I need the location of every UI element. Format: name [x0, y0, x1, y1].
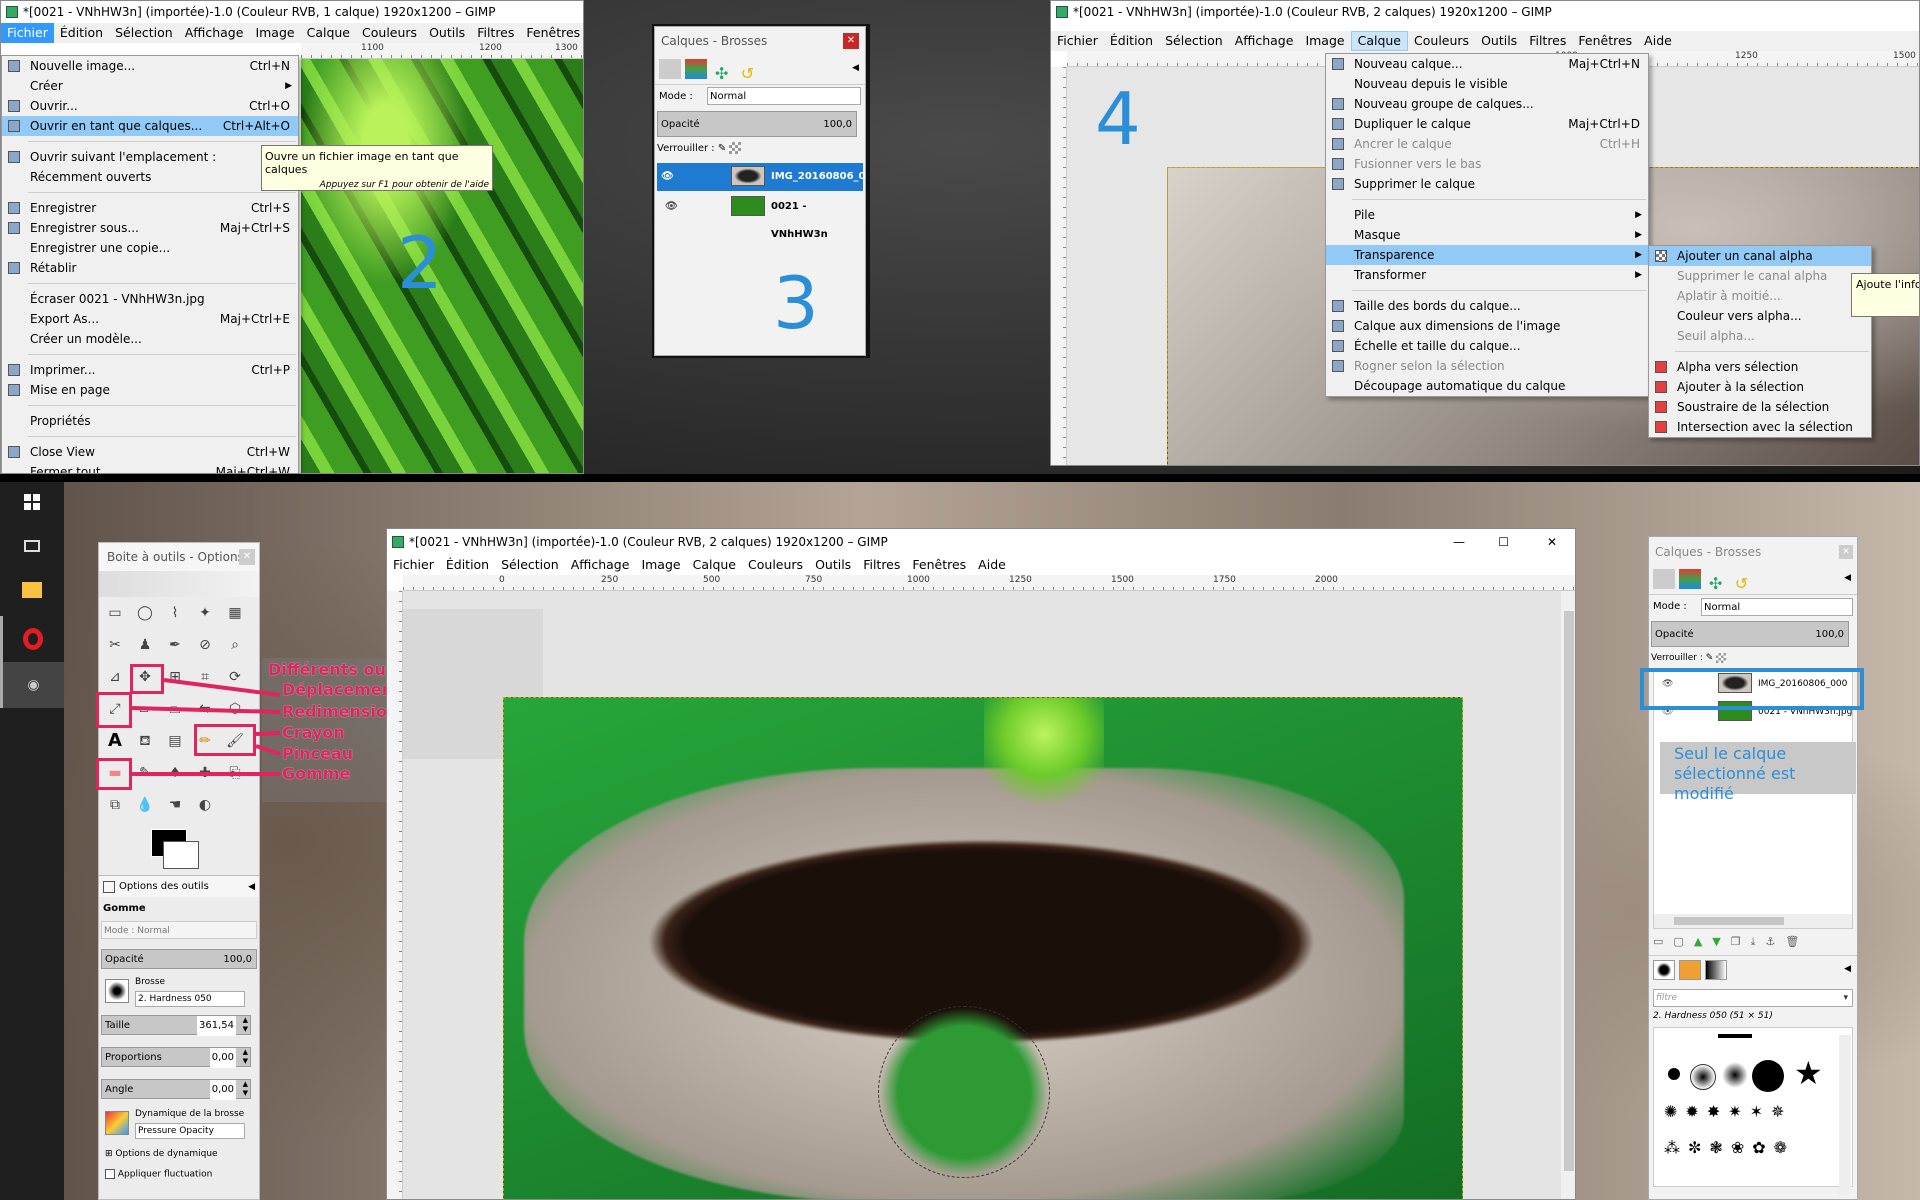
- menu-selection[interactable]: Sélection: [495, 555, 565, 575]
- layers-dock-right: Calques - Brosses ✕ ✣ ↺ ◀ Mode : Normal …: [1648, 536, 1858, 1200]
- vertical-scrollbar[interactable]: [1561, 591, 1575, 1199]
- canvas-image-main[interactable]: [503, 697, 1463, 1199]
- ruler-label: 1750: [1213, 575, 1236, 585]
- trash-icon[interactable]: 🗑: [1785, 935, 1809, 948]
- close-icon[interactable]: ✕: [1839, 545, 1853, 559]
- lock-alpha-icon[interactable]: [1716, 652, 1727, 663]
- ruler-label: 1500: [1111, 575, 1134, 585]
- ruler-label: 0: [499, 575, 505, 585]
- minimize-button[interactable]: —: [1453, 529, 1465, 555]
- menu-fenetres[interactable]: Fenêtres: [906, 555, 972, 575]
- lock-pixels-icon[interactable]: ✎: [1706, 653, 1714, 663]
- dock-menu-icon[interactable]: ◀: [1844, 573, 1851, 583]
- ruler-label: 1000: [907, 575, 930, 585]
- horizontal-scrollbar[interactable]: [1654, 914, 1852, 928]
- merge-icon[interactable]: ⤓: [1751, 935, 1766, 948]
- patterns-tab-icon[interactable]: [1678, 960, 1701, 980]
- brush-name-label: 2. Hardness 050 (51 × 51): [1653, 1011, 1773, 1021]
- ruler-label: 1250: [1009, 575, 1032, 585]
- arrow-move: [163, 678, 281, 697]
- dock-title: Calques - Brosses ✕: [1649, 537, 1857, 567]
- channels-tab-icon[interactable]: [1678, 569, 1701, 589]
- paths-tab-icon[interactable]: ✣: [1705, 574, 1727, 594]
- menu-outils[interactable]: Outils: [809, 555, 857, 575]
- mode-select[interactable]: Normal: [1701, 598, 1853, 616]
- ruler-label: 750: [805, 575, 823, 585]
- menu-edition[interactable]: Édition: [440, 555, 495, 575]
- brush-scrollbar[interactable]: [1839, 1035, 1851, 1195]
- layers-note: Seul le calque sélectionné est modifié: [1674, 744, 1796, 803]
- eraser-brush-outline: [878, 1006, 1050, 1178]
- lower-layer-icon[interactable]: ▼: [1712, 935, 1730, 948]
- gradients-tab-icon[interactable]: [1704, 960, 1727, 980]
- menubar-main: Fichier Édition Sélection Affichage Image Cal…: [387, 555, 1575, 575]
- fern-leaves: [984, 698, 1104, 818]
- dock-menu-icon[interactable]: ◀: [1844, 964, 1851, 974]
- arrow-resize: [131, 706, 281, 714]
- brush-grid[interactable]: ★ ✺✹✸✷✶✵ ⁂✼❃❀✿❁: [1653, 1027, 1853, 1187]
- close-window-button[interactable]: ✕: [1547, 529, 1557, 555]
- menu-fichier[interactable]: Fichier: [387, 555, 440, 575]
- menu-affichage[interactable]: Affichage: [565, 555, 636, 575]
- layer-actions-bar: ▭▢▲▼❐⤓⚓🗑: [1649, 929, 1857, 955]
- menu-image[interactable]: Image: [635, 555, 686, 575]
- filter-input[interactable]: filtre ▾: [1653, 989, 1853, 1007]
- layers-tab-icon[interactable]: [1653, 569, 1675, 589]
- ruler-label: 250: [601, 575, 619, 585]
- dock-tabs: ✣ ↺ ◀: [1649, 567, 1857, 595]
- ruler-label: 500: [703, 575, 721, 585]
- anchor-icon[interactable]: ⚓: [1766, 935, 1786, 948]
- ruler-label: 2000: [1315, 575, 1338, 585]
- gimp-app-icon: [392, 536, 404, 548]
- brush-tabs: ◀: [1649, 955, 1857, 985]
- new-group-icon[interactable]: ▢: [1673, 935, 1693, 948]
- duplicate-icon[interactable]: ❐: [1731, 935, 1751, 948]
- menu-couleurs[interactable]: Couleurs: [742, 555, 809, 575]
- lock-row: Verrouiller : ✎: [1649, 647, 1857, 669]
- arrow-pencil: [255, 731, 281, 736]
- menu-calque[interactable]: Calque: [687, 555, 742, 575]
- undo-tab-icon[interactable]: ↺: [1730, 574, 1752, 594]
- vruler-main: [387, 591, 403, 1199]
- highlight-selected-layer: [1640, 668, 1864, 710]
- maximize-button[interactable]: ☐: [1498, 529, 1509, 555]
- new-layer-icon[interactable]: ▭: [1653, 935, 1673, 948]
- menu-aide[interactable]: Aide: [972, 555, 1012, 575]
- menu-filtres[interactable]: Filtres: [857, 555, 906, 575]
- brushes-tab-icon[interactable]: [1653, 960, 1675, 980]
- arrow-brush: [255, 744, 281, 756]
- ruler-main: 0 250 500 750 1000 1250 1500 1750 2000: [403, 575, 1575, 591]
- window-title-main: *[0021 - VNhHW3n] (importée)-1.0 (Couleu…: [387, 529, 1575, 555]
- main-gimp-window: *[0021 - VNhHW3n] (importée)-1.0 (Couleu…: [386, 528, 1576, 1200]
- mode-row: Mode : Normal: [1649, 595, 1857, 619]
- raise-layer-icon[interactable]: ▲: [1694, 935, 1712, 948]
- star-brush-icon: ★: [1794, 1054, 1823, 1092]
- opacity-slider[interactable]: Opacité 100,0: [1651, 621, 1849, 647]
